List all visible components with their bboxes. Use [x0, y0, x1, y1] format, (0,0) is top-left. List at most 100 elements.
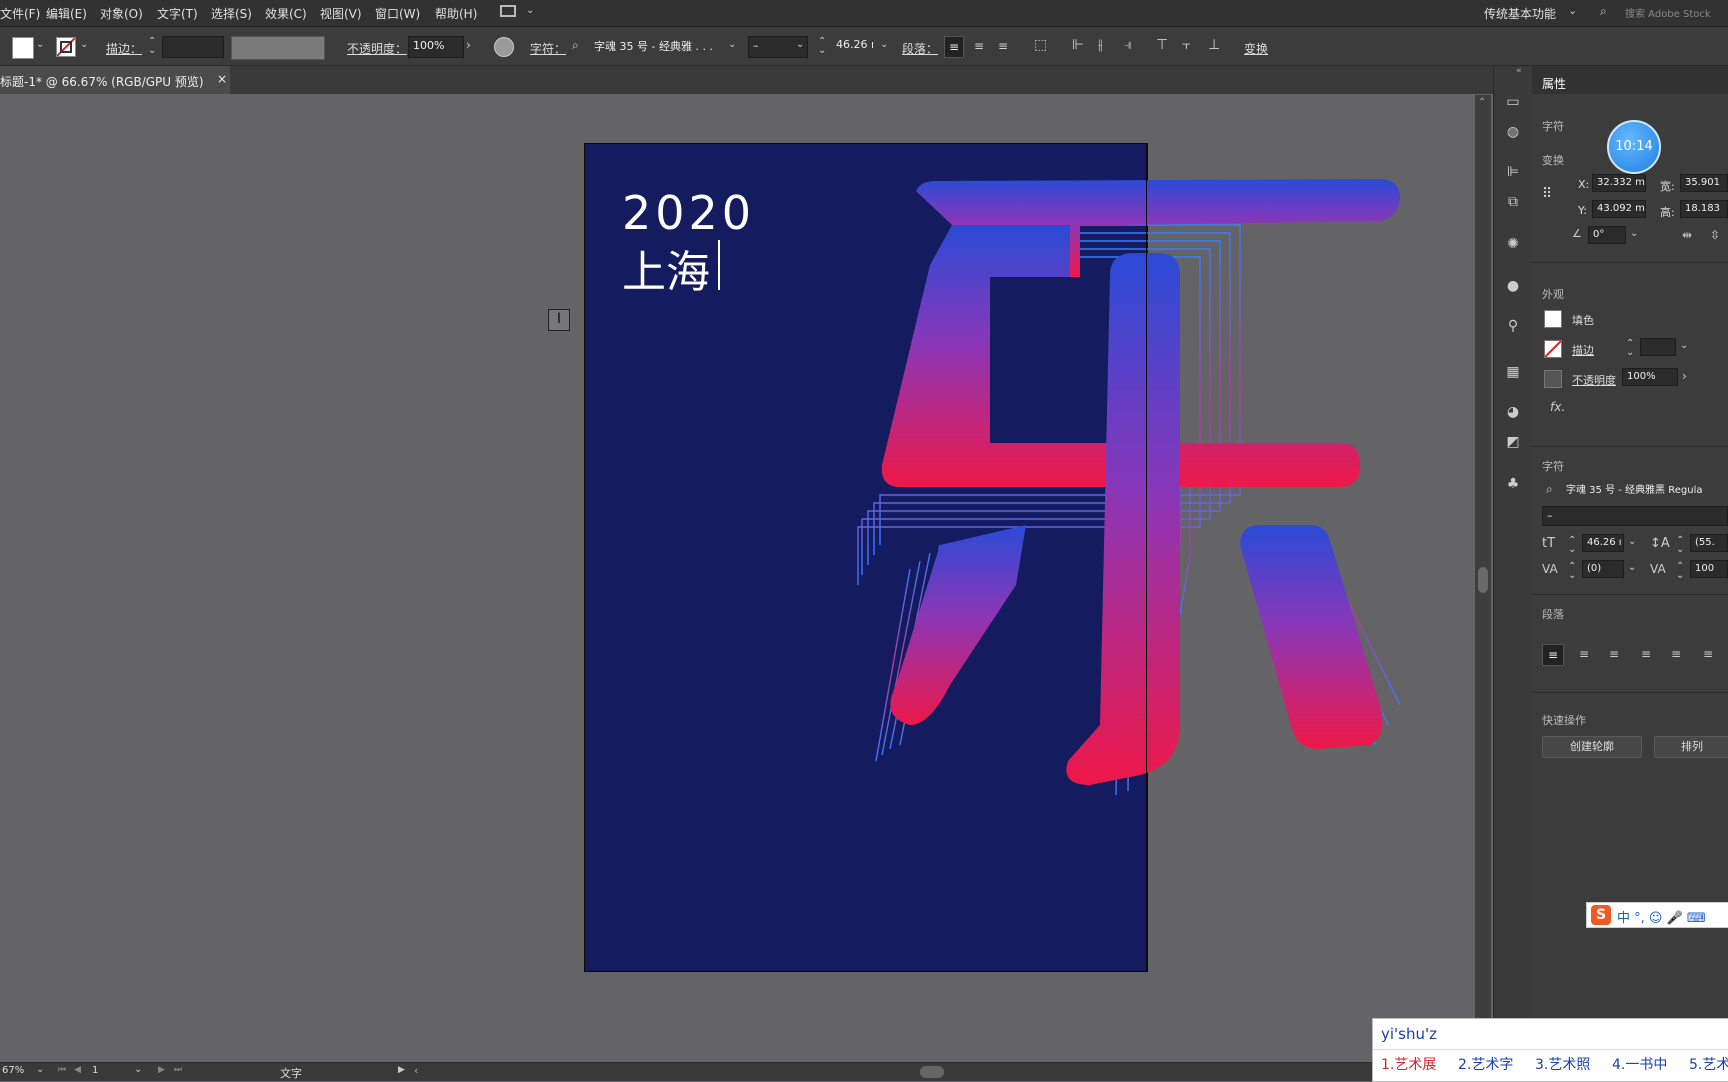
menu-window[interactable]: 窗口(W) [375, 5, 420, 22]
close-icon[interactable]: × [217, 72, 227, 86]
align-right-icon[interactable]: ≡ [994, 36, 1012, 56]
tab-properties[interactable]: 属性 [1542, 75, 1566, 92]
artboard-number-field[interactable]: 1 [92, 1065, 98, 1076]
chevron-down-icon[interactable]: ⌄ [1568, 4, 1577, 17]
align-v-center-icon[interactable]: ⫟ [1182, 37, 1190, 53]
sogou-logo-icon[interactable]: S [1591, 905, 1611, 925]
chevron-up-icon[interactable]: ⌃ [1478, 97, 1486, 108]
align-left-icon[interactable]: ≡ [944, 36, 964, 58]
color-panel-icon[interactable]: ◕ [1505, 404, 1521, 420]
stock-search-input[interactable]: 搜索 Adobe Stock [1625, 5, 1711, 20]
character-label[interactable]: 字符： [530, 40, 566, 57]
symbols-panel-icon[interactable]: ✺ [1505, 236, 1521, 252]
appearance-panel-icon[interactable]: ● [1505, 278, 1521, 294]
color-guide-icon[interactable]: ◩ [1505, 434, 1521, 450]
opacity-label[interactable]: 不透明度： [347, 40, 407, 57]
create-outlines-button[interactable]: 创建轮廓 [1542, 736, 1642, 758]
swatches-panel-icon[interactable]: ▦ [1505, 364, 1521, 380]
chevron-down-icon[interactable]: ⌄ [796, 39, 804, 50]
reference-point-icon[interactable]: ⠿ [1542, 186, 1552, 202]
flip-horizontal-icon[interactable]: ⇹ [1682, 228, 1692, 242]
chevron-down-icon[interactable]: ⌄ [80, 39, 88, 50]
opacity-field[interactable]: 100% [1622, 368, 1678, 386]
fill-swatch[interactable] [1544, 310, 1562, 328]
y-field[interactable]: 43.092 m [1592, 200, 1646, 218]
align-left-icon[interactable]: ≡ [1542, 644, 1564, 666]
tracking-field[interactable]: 100 [1690, 560, 1728, 578]
align-panel-icon[interactable]: ⊫ [1505, 164, 1521, 180]
scroll-left-icon[interactable]: ‹ [414, 1064, 418, 1077]
paragraph-label[interactable]: 段落： [902, 40, 938, 57]
stroke-label[interactable]: 描边： [106, 40, 142, 57]
menu-help[interactable]: 帮助(H) [435, 5, 477, 22]
pathfinder-panel-icon[interactable]: ⧉ [1505, 194, 1521, 210]
menu-file[interactable]: 文件(F) [0, 5, 40, 22]
chevron-down-icon[interactable]: ⌄ [1630, 228, 1638, 239]
ime-toolbar[interactable]: S 中 °, ☺ 🎤 ⌨ [1586, 902, 1728, 928]
chevron-down-icon[interactable]: ⌄ [728, 39, 736, 50]
align-bottom-icon[interactable]: ⊥ [1208, 37, 1220, 53]
next-artboard-icon[interactable]: ▶ [158, 1065, 165, 1075]
recolor-icon[interactable] [494, 37, 514, 57]
zoom-field[interactable]: 67% [2, 1065, 24, 1076]
flip-vertical-icon[interactable]: ⇳ [1710, 228, 1720, 242]
align-left-edges-icon[interactable]: ⊩ [1072, 37, 1084, 53]
align-right-icon[interactable]: ≡ [1604, 644, 1624, 664]
font-size-field[interactable]: 46.26 ı [832, 36, 876, 58]
chevron-down-icon[interactable]: ⌄ [134, 1064, 142, 1075]
stepper-icon[interactable]: ⌃ ⌄ [1676, 562, 1684, 581]
stroke-weight-field[interactable] [162, 36, 224, 58]
kerning-field[interactable]: (0) [1582, 560, 1624, 578]
ime-candidate-3[interactable]: 3.艺术照 [1535, 1054, 1590, 1074]
stroke-weight-field[interactable] [1640, 338, 1676, 356]
horizontal-scrollbar-thumb[interactable] [920, 1066, 944, 1078]
transparency-panel-icon[interactable]: ◍ [1505, 124, 1521, 140]
menu-view[interactable]: 视图(V) [320, 5, 362, 22]
floating-clock-widget[interactable]: 10:14 [1607, 120, 1661, 174]
justify-left-icon[interactable]: ≡ [1636, 644, 1656, 664]
transform-link[interactable]: 变换 [1244, 40, 1268, 57]
justify-all-icon[interactable]: ≡ [1698, 644, 1718, 664]
stroke-label[interactable]: 描边 [1572, 342, 1594, 358]
ime-candidate-2[interactable]: 2.艺术字 [1458, 1054, 1513, 1074]
chevron-down-icon[interactable]: ⌄ [1628, 536, 1636, 547]
arrange-button[interactable]: 排列 [1654, 736, 1728, 758]
arrange-documents-icon[interactable] [500, 5, 516, 17]
align-h-center-icon[interactable]: ⫲ [1098, 37, 1103, 53]
stepper-icon[interactable]: ⌃ ⌄ [1568, 562, 1576, 581]
ime-candidate-4[interactable]: 4.一书中 [1612, 1054, 1667, 1074]
font-size-field[interactable]: 46.26 ı [1582, 534, 1624, 552]
art-city-text[interactable]: 上海 [622, 236, 710, 300]
effects-icon[interactable]: fx. [1550, 400, 1565, 414]
width-field[interactable]: 35.901 [1680, 174, 1728, 192]
menu-type[interactable]: 文字(T) [157, 5, 198, 22]
opacity-label[interactable]: 不透明度 [1572, 372, 1616, 388]
art-year-text[interactable]: 2020 [622, 186, 755, 240]
chevron-right-icon[interactable]: › [466, 38, 471, 52]
brushes-panel-icon[interactable]: ⚲ [1505, 318, 1521, 334]
status-menu-icon[interactable]: ▶ [398, 1065, 405, 1075]
scrollbar-thumb[interactable] [1478, 567, 1488, 593]
menu-select[interactable]: 选择(S) [211, 5, 252, 22]
font-family-field[interactable]: 字魂 35 号 - 经典雅 . . . [590, 36, 728, 58]
chevron-right-icon[interactable]: › [1682, 369, 1687, 383]
workspace-switcher[interactable]: 传统基本功能 [1484, 5, 1556, 22]
menu-object[interactable]: 对象(O) [100, 5, 143, 22]
prev-artboard-icon[interactable]: ◀ [74, 1065, 81, 1075]
stepper-icon[interactable]: ⌃ ⌄ [148, 37, 156, 56]
collapse-icon[interactable]: « [1516, 66, 1522, 76]
align-top-icon[interactable]: ⊤ [1156, 37, 1168, 53]
art-big-character-group[interactable] [840, 165, 1400, 805]
first-artboard-icon[interactable]: ⏮ [58, 1065, 66, 1075]
menu-effect[interactable]: 效果(C) [265, 5, 307, 22]
justify-center-icon[interactable]: ≡ [1666, 644, 1686, 664]
align-center-icon[interactable]: ≡ [970, 36, 988, 56]
ime-toolbar-buttons[interactable]: 中 °, ☺ 🎤 ⌨ [1617, 907, 1706, 926]
stroke-swatch[interactable] [1544, 340, 1562, 358]
ime-candidate-1[interactable]: 1.艺术展 [1381, 1054, 1436, 1074]
chevron-down-icon[interactable]: ⌄ [526, 5, 534, 16]
menu-edit[interactable]: 编辑(E) [46, 5, 87, 22]
document-tab[interactable]: 标题-1* @ 66.67% (RGB/GPU 预览) × [0, 66, 230, 94]
align-center-icon[interactable]: ≡ [1574, 644, 1594, 664]
stroke-swatch[interactable] [56, 37, 76, 57]
